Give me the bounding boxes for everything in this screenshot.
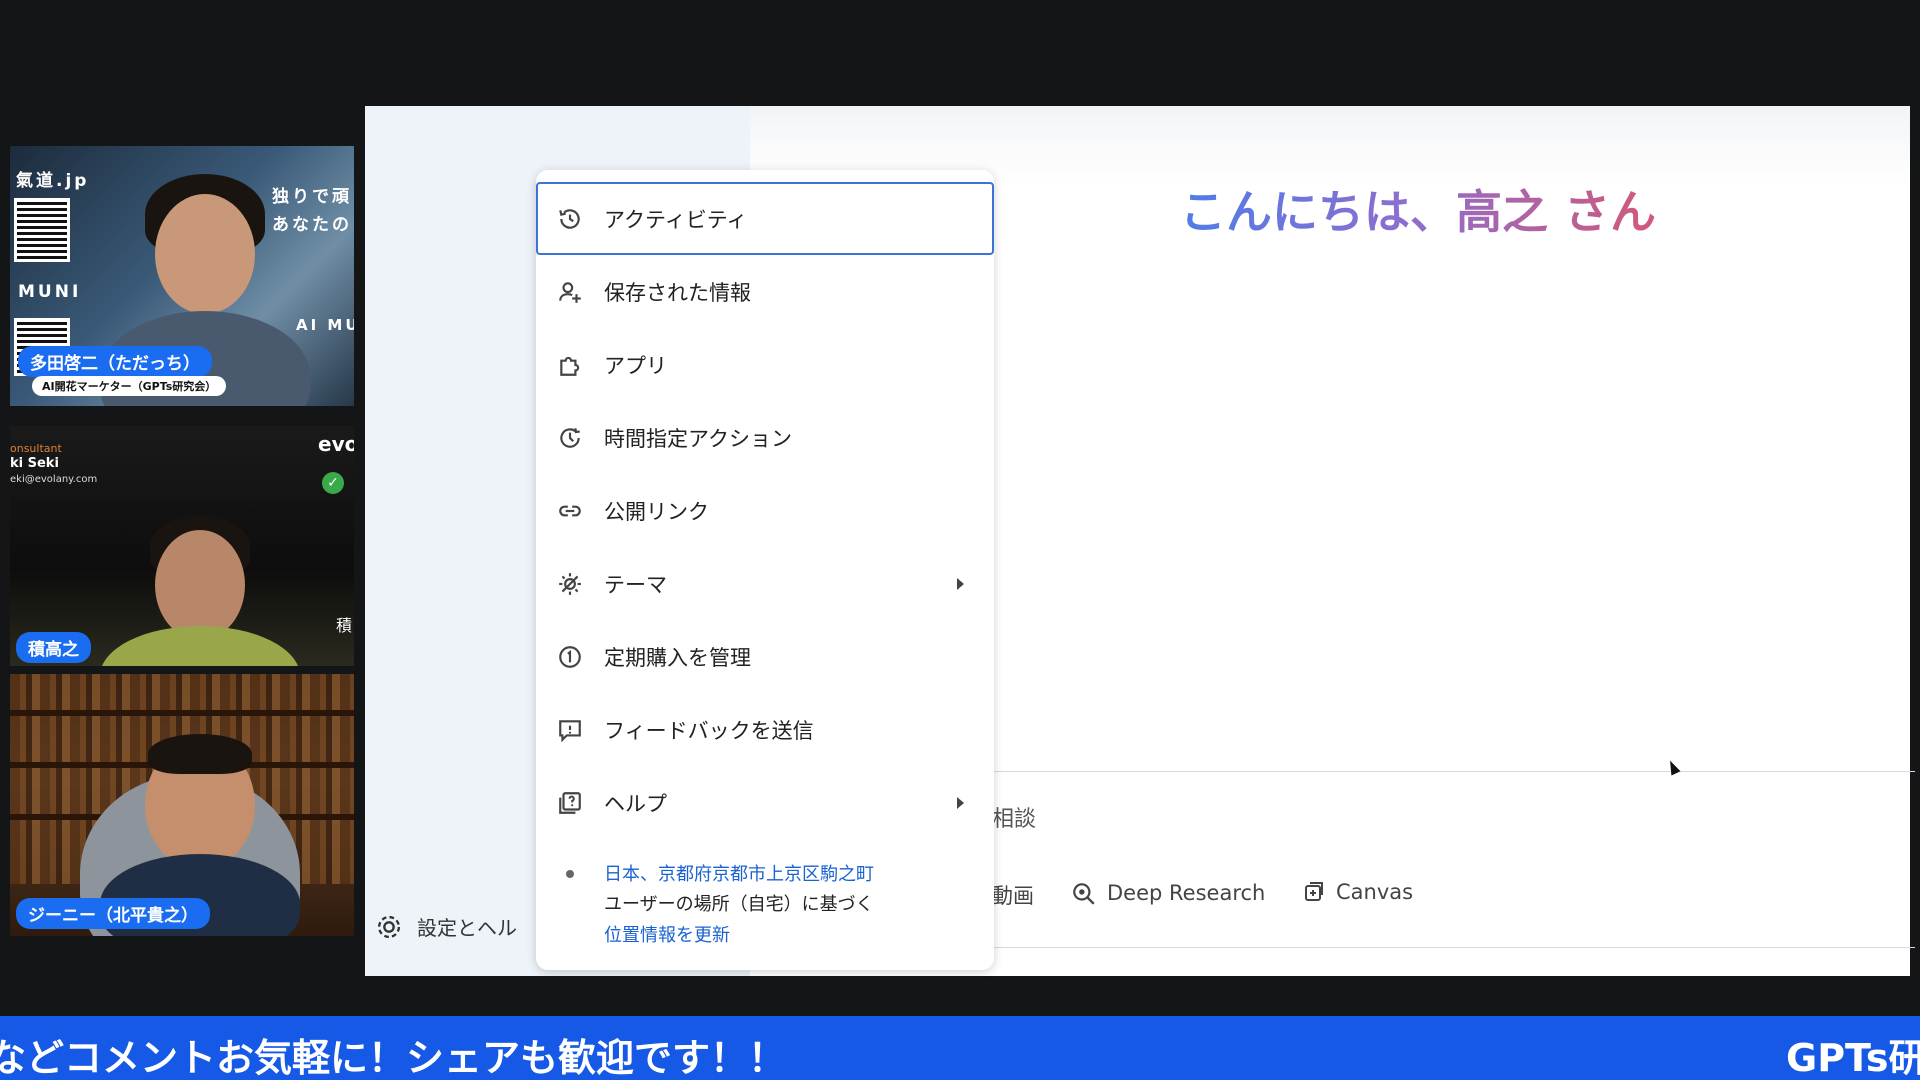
video-label: 動画 xyxy=(992,884,1034,908)
greeting: こんにちは、高之 さん xyxy=(1180,176,1656,242)
canvas-icon xyxy=(1305,882,1323,901)
canvas-label: Canvas xyxy=(1336,880,1414,904)
ticker-brand: GPTs研 xyxy=(1786,1036,1920,1080)
overlay-ai-mu: AI MU xyxy=(296,316,354,334)
participant-tile: ジーニー（北平貴之） xyxy=(10,674,354,936)
prompt-input-area[interactable] xyxy=(985,771,1915,948)
location-basis: ユーザーの場所（自宅）に基づく xyxy=(604,894,874,915)
check-icon: ✓ xyxy=(322,472,344,494)
deep-research-icon xyxy=(1073,883,1095,905)
location-dot-icon xyxy=(566,870,574,878)
participant-face xyxy=(155,530,245,640)
overlay-muni: MUNI xyxy=(18,282,82,302)
menu-item-label: フィードバックを送信 xyxy=(604,718,814,743)
settings-and-help-button[interactable]: 設定とヘル xyxy=(375,912,517,941)
update-location-link[interactable]: 位置情報を更新 xyxy=(604,921,730,947)
tool-canvas[interactable]: Canvas xyxy=(1302,880,1413,904)
overlay-tagline: 独りで頑 xyxy=(272,187,352,207)
menu-item-public-links[interactable]: 公開リンク xyxy=(536,474,994,547)
participant-tile: 氣道.jp MUNI 独りで頑 あなたの AI MU 多田啓二（ただっち） AI… xyxy=(10,146,354,406)
menu-item-saved-info[interactable]: 保存された情報 xyxy=(536,255,994,328)
participant-name-badge: ジーニー（北平貴之） xyxy=(16,898,210,929)
menu-item-label: 公開リンク xyxy=(604,499,709,524)
menu-item-label: 定期購入を管理 xyxy=(604,645,751,670)
link-icon xyxy=(556,497,584,525)
menu-item-scheduled-actions[interactable]: 時間指定アクション xyxy=(536,401,994,474)
participant-name-badge: 積高之 xyxy=(16,632,91,663)
tool-video[interactable]: 動画 xyxy=(992,880,1034,910)
participant-body xyxy=(100,626,300,666)
person-add-icon xyxy=(556,278,584,306)
subscription-icon xyxy=(556,643,584,671)
tool-deep-research[interactable]: Deep Research xyxy=(1071,880,1265,906)
settings-label: 設定とヘル xyxy=(417,916,517,940)
overlay-brand: 氣道.jp xyxy=(16,171,90,191)
menu-item-apps[interactable]: アプリ xyxy=(536,328,994,401)
participant-subtitle-badge: AI開花マーケター（GPTs研究会） xyxy=(32,376,227,396)
participant-hair xyxy=(148,734,252,774)
puzzle-icon xyxy=(556,351,584,379)
qr-code xyxy=(14,198,70,262)
overlay-role: onsultant xyxy=(10,442,62,455)
chevron-right-icon xyxy=(957,796,964,809)
theme-icon xyxy=(556,570,584,598)
ticker-text: などコメントお気軽に！シェアも歓迎です！！ xyxy=(0,1036,787,1080)
overlay-initial: 積 xyxy=(336,616,353,635)
settings-menu: アクティビティ 保存された情報 アプリ 時間指定アクション 公開リンク テーマ xyxy=(536,170,994,970)
participant-face xyxy=(155,194,255,314)
participant-name-badge: 多田啓二（ただっち） xyxy=(18,346,212,377)
deep-research-label: Deep Research xyxy=(1107,881,1266,905)
menu-item-label: ヘルプ xyxy=(604,791,667,816)
scheduled-icon xyxy=(556,424,584,452)
menu-item-label: アプリ xyxy=(604,353,667,378)
comment-ticker-banner: などコメントお気軽に！シェアも歓迎です！！ GPTs研 xyxy=(0,1016,1920,1080)
location-place[interactable]: 日本、京都府京都市上京区駒之町 xyxy=(604,860,874,886)
overlay-person: ki Seki xyxy=(10,456,59,471)
overlay-email: eki@evolany.com xyxy=(10,474,98,485)
history-icon xyxy=(556,205,584,233)
help-icon xyxy=(556,789,584,817)
menu-item-label: アクティビティ xyxy=(604,207,748,232)
menu-item-label: テーマ xyxy=(604,572,667,597)
menu-item-label: 保存された情報 xyxy=(604,280,751,305)
menu-item-manage-subscription[interactable]: 定期購入を管理 xyxy=(536,620,994,693)
gear-icon xyxy=(377,915,401,938)
participant-tile: onsultant ki Seki eki@evolany.com evo ✓ … xyxy=(10,426,354,666)
menu-item-activity[interactable]: アクティビティ xyxy=(536,182,994,255)
feedback-icon xyxy=(556,716,584,744)
chevron-right-icon xyxy=(957,577,964,590)
menu-item-label: 時間指定アクション xyxy=(604,426,792,451)
shelf xyxy=(10,710,354,716)
menu-item-theme[interactable]: テーマ xyxy=(536,547,994,620)
overlay-tagline: あなたの xyxy=(272,215,352,235)
menu-item-send-feedback[interactable]: フィードバックを送信 xyxy=(536,693,994,766)
overlay-brand: evo xyxy=(318,432,354,456)
prompt-suggestion-text: 相談 xyxy=(992,807,1037,832)
menu-item-help[interactable]: ヘルプ xyxy=(536,766,994,839)
